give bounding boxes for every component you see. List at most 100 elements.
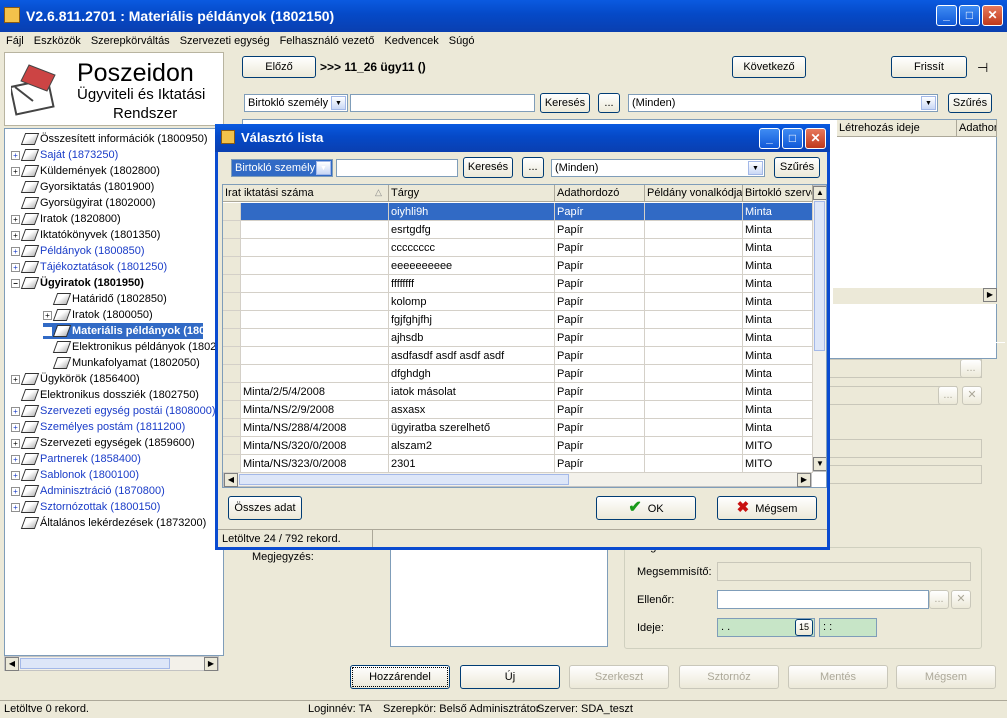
menu-item[interactable]: Szerepkörváltás — [91, 32, 170, 50]
table-cell[interactable]: Minta/NS/323/0/2008 — [241, 455, 389, 473]
table-cell[interactable]: Minta/NS/320/0/2008 — [241, 437, 389, 455]
row-header[interactable] — [223, 257, 241, 275]
search-input[interactable] — [350, 94, 535, 112]
menu-item[interactable]: Fájl — [6, 32, 24, 50]
tree-item[interactable]: Általános lekérdezések (1873200) — [11, 515, 206, 531]
table-cell[interactable]: Minta/2/5/4/2008 — [241, 383, 389, 401]
table-cell[interactable]: iatok másolat — [389, 383, 555, 401]
table-cell[interactable] — [241, 257, 389, 275]
table-cell[interactable]: Minta — [743, 401, 813, 419]
table-cell[interactable]: Minta — [743, 221, 813, 239]
table-cell[interactable]: ügyiratba szerelhető — [389, 419, 555, 437]
table-cell[interactable] — [241, 329, 389, 347]
table-cell[interactable] — [645, 203, 743, 221]
close-icon[interactable]: ✕ — [805, 128, 826, 149]
tree-item[interactable]: + Tájékoztatások (1801250) — [11, 259, 167, 275]
table-cell[interactable]: eeeeeeeeee — [389, 257, 555, 275]
table-cell[interactable]: Papír — [555, 329, 645, 347]
column-header[interactable]: Irat iktatási száma — [223, 185, 389, 202]
tree-item[interactable]: + Személyes postám (1811200) — [11, 419, 185, 435]
row-header[interactable] — [223, 293, 241, 311]
table-cell[interactable]: cccccccc — [389, 239, 555, 257]
expand-icon[interactable]: + — [11, 374, 20, 384]
table-cell[interactable]: MITO — [743, 437, 813, 455]
maximize-icon[interactable]: □ — [782, 128, 803, 149]
expand-icon[interactable]: + — [11, 150, 20, 160]
table-cell[interactable]: kolomp — [389, 293, 555, 311]
table-cell[interactable]: Minta — [743, 347, 813, 365]
table-cell[interactable] — [241, 203, 389, 221]
tree-item[interactable]: Munkafolyamat (1802050) — [43, 355, 200, 371]
scroll-down-icon[interactable]: ▼ — [813, 457, 826, 471]
clear-icon[interactable]: ✕ — [951, 590, 971, 609]
tree-item[interactable]: Gyorsiktatás (1801900) — [11, 179, 154, 195]
table-cell[interactable] — [645, 239, 743, 257]
table-cell[interactable] — [645, 275, 743, 293]
action-button[interactable]: Hozzárendel — [350, 665, 450, 689]
table-cell[interactable]: Minta — [743, 329, 813, 347]
tree-item[interactable]: Elektronikus példányok (1802200) — [43, 339, 223, 355]
tree-item[interactable]: + Sablonok (1800100) — [11, 467, 139, 483]
tree-item[interactable]: + Sztornózottak (1800150) — [11, 499, 160, 515]
table-cell[interactable] — [241, 365, 389, 383]
ellenor-field[interactable] — [717, 590, 929, 609]
tree-item[interactable]: + Küldemények (1802800) — [11, 163, 160, 179]
row-header[interactable] — [223, 419, 241, 437]
table-cell[interactable] — [241, 293, 389, 311]
table-cell[interactable]: Papír — [555, 347, 645, 365]
table-cell[interactable] — [645, 293, 743, 311]
table-cell[interactable]: Papír — [555, 455, 645, 473]
chevron-down-icon[interactable]: ▼ — [331, 96, 346, 110]
tree-item[interactable]: + Példányok (1800850) — [11, 243, 145, 259]
expand-icon[interactable]: + — [11, 486, 20, 496]
chevron-down-icon[interactable]: ▼ — [748, 161, 763, 175]
expand-icon[interactable]: + — [11, 230, 20, 240]
tree-item[interactable]: Összesített információk (1800950) — [11, 131, 208, 147]
scroll-right-icon[interactable]: ▶ — [797, 473, 811, 487]
table-cell[interactable]: Minta — [743, 311, 813, 329]
table-cell[interactable]: ajhsdb — [389, 329, 555, 347]
expand-icon[interactable]: + — [11, 406, 20, 416]
dots-button[interactable]: ... — [598, 93, 620, 113]
table-cell[interactable]: ffffffff — [389, 275, 555, 293]
action-button[interactable]: Új — [460, 665, 560, 689]
expand-icon[interactable]: + — [11, 246, 20, 256]
table-cell[interactable]: Papír — [555, 383, 645, 401]
table-cell[interactable]: Papír — [555, 221, 645, 239]
scroll-right-icon[interactable]: ▶ — [204, 657, 218, 671]
dialog-search-button[interactable]: Keresés — [463, 157, 513, 178]
table-cell[interactable]: Papír — [555, 311, 645, 329]
filter-button[interactable]: Szűrés — [948, 93, 992, 113]
main-grid-scrollbar[interactable]: ▶ — [833, 288, 997, 304]
pin-icon[interactable]: ⊣ — [977, 60, 988, 76]
table-cell[interactable]: Minta — [743, 275, 813, 293]
detail-dots-1[interactable]: ... — [960, 359, 982, 378]
table-cell[interactable] — [241, 221, 389, 239]
maximize-icon[interactable]: □ — [959, 5, 980, 26]
row-header[interactable] — [223, 401, 241, 419]
table-cell[interactable] — [241, 275, 389, 293]
tree-item[interactable]: + Szervezeti egységek (1859600) — [11, 435, 195, 451]
table-cell[interactable]: Papír — [555, 257, 645, 275]
table-cell[interactable]: Minta — [743, 239, 813, 257]
chevron-down-icon[interactable]: ▼ — [921, 96, 936, 110]
scroll-thumb[interactable] — [20, 658, 170, 669]
row-header[interactable] — [223, 437, 241, 455]
menu-item[interactable]: Szervezeti egység — [180, 32, 270, 50]
scope-combo[interactable]: (Minden) ▼ — [628, 94, 938, 112]
tree-item[interactable]: + Saját (1873250) — [11, 147, 118, 163]
cancel-button[interactable]: ✖ Mégsem — [717, 496, 817, 520]
table-cell[interactable] — [645, 311, 743, 329]
detail-dots-2[interactable]: ... — [938, 386, 958, 405]
table-cell[interactable]: Papír — [555, 293, 645, 311]
close-icon[interactable]: ✕ — [982, 5, 1003, 26]
refresh-button[interactable]: Frissít — [891, 56, 967, 78]
minimize-icon[interactable]: _ — [936, 5, 957, 26]
table-cell[interactable]: Papír — [555, 401, 645, 419]
tree-item[interactable]: Gyorsügyirat (1802000) — [11, 195, 156, 211]
row-header[interactable] — [223, 311, 241, 329]
table-cell[interactable]: Papír — [555, 437, 645, 455]
expand-icon[interactable]: + — [11, 422, 20, 432]
table-cell[interactable] — [645, 437, 743, 455]
table-cell[interactable]: Papír — [555, 275, 645, 293]
